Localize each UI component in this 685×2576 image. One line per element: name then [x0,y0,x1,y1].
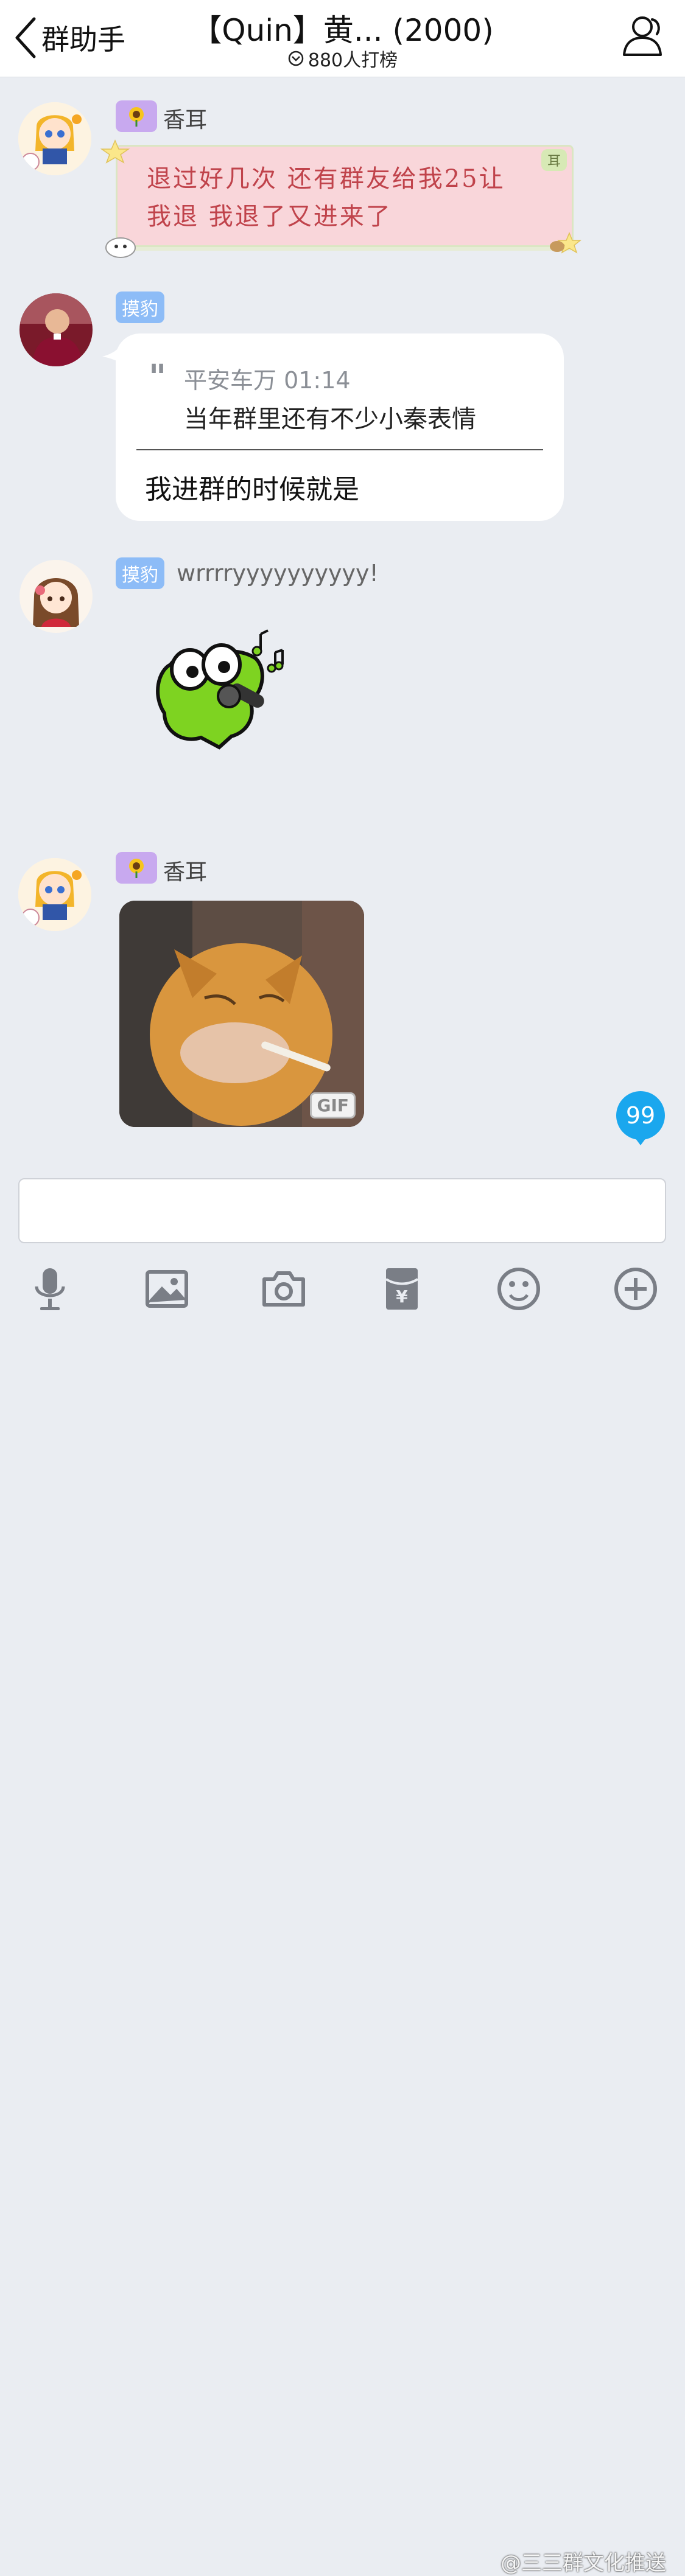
anime-girl-avatar-icon [18,858,91,931]
unread-count-badge[interactable]: 99 [616,1091,665,1140]
input-toolbar: ¥ @三三群文化推送 [0,1254,685,2575]
badge-sunflower [116,852,157,884]
decorative-cat-icon [105,237,136,258]
sender-name: 香耳 [163,108,208,133]
chevron-down-circle-icon [288,51,304,66]
chat-subtitle[interactable]: 880人打榜 [0,45,685,72]
star-decoration-icon [550,232,582,254]
badge-sunflower [116,100,157,132]
member-badge: 摸豹 [116,291,164,323]
chat-header: 群助手 【Quin】黄... (2000) 880人打榜 [0,0,685,77]
inline-message-text: wrrrryyyyyyyyyy! [177,560,379,587]
svg-text:¥: ¥ [396,1286,408,1307]
quote-icon: " [149,357,167,397]
star-decoration-icon [100,139,130,164]
emoji-icon[interactable] [494,1265,543,1313]
avatar[interactable] [19,560,93,633]
person-photo-avatar-icon [19,293,93,366]
avatar[interactable] [18,858,91,931]
avatar[interactable] [18,102,91,175]
gif-message[interactable]: GIF [119,901,364,1127]
watermark: @三三群文化推送 [501,2551,666,2575]
reply-message-bubble[interactable]: " 平安车万 01:14 当年群里还有不少小秦表情 我进群的时候就是 [116,333,564,521]
message-input[interactable] [18,1178,666,1243]
singing-frog-sticker[interactable] [146,628,290,756]
message-line: 我退 我退了又进来了 [147,203,392,231]
avatar[interactable] [19,293,93,366]
sunflower-icon [129,859,144,878]
anime-girl-avatar-icon [18,102,91,175]
gif-label: GIF [310,1092,356,1119]
divider [136,449,543,450]
message-text: 我进群的时候就是 [145,474,359,505]
member-badge: 摸豹 [116,557,164,589]
message-text: 退过好几次 还有群友给我25让 我退 我退了又进来了 [147,160,547,236]
sunflower-icon [129,107,144,127]
subtitle-text: 880人打榜 [307,50,398,71]
sticker-message-bubble[interactable]: 退过好几次 还有群友给我25让 我退 我退了又进来了 耳 [100,139,582,258]
message-line: 退过好几次 还有群友给我25让 [147,165,505,193]
quoted-text[interactable]: 当年群里还有不少小秦表情 [184,399,476,435]
image-icon[interactable] [142,1265,191,1313]
bubble-tag: 耳 [541,149,567,171]
red-packet-icon[interactable]: ¥ [378,1265,426,1313]
anime-girl-avatar-icon [19,560,93,633]
camera-icon[interactable] [259,1265,308,1313]
badge-tail [633,1136,648,1145]
group-members-icon[interactable] [618,12,667,61]
chat-title[interactable]: 【Quin】黄... (2000) [0,6,685,50]
sender-name: 香耳 [163,860,208,885]
microphone-icon[interactable] [26,1265,74,1313]
quoted-author-time[interactable]: 平安车万 01:14 [184,361,351,395]
plus-icon[interactable] [611,1265,660,1313]
